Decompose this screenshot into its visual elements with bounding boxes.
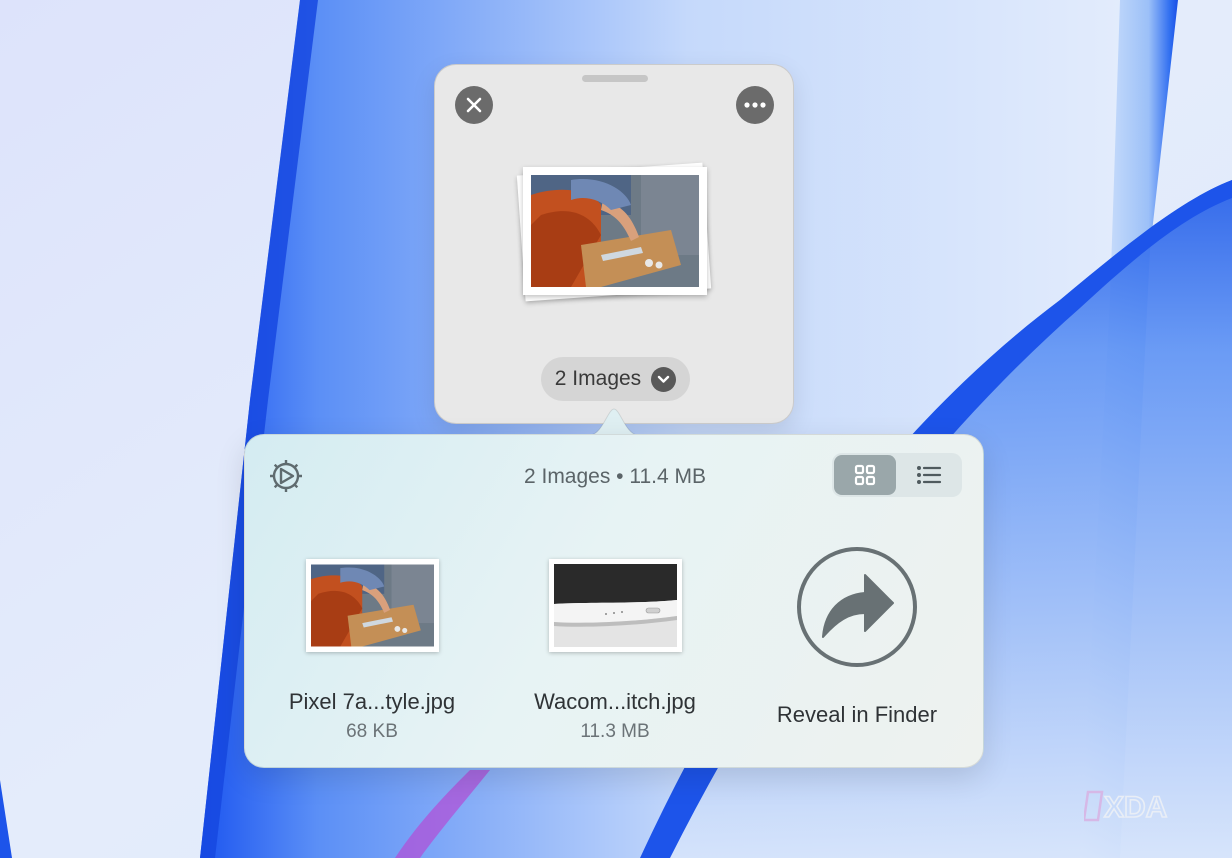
file-size: 11.3 MB — [580, 721, 650, 742]
image-stack[interactable] — [516, 161, 717, 311]
file-name: Wacom...itch.jpg — [534, 689, 696, 714]
file-size: 68 KB — [346, 721, 398, 742]
stacked-image-front — [523, 167, 707, 295]
more-options-button[interactable] — [736, 86, 774, 124]
close-button[interactable] — [455, 86, 493, 124]
drop-shelf-window: 2 Images — [434, 64, 794, 424]
file-name: Pixel 7a...tyle.jpg — [288, 689, 456, 714]
list-view-button[interactable] — [898, 455, 960, 495]
pixel-photo-thumbnail — [310, 564, 434, 647]
reveal-in-finder-button[interactable]: Reveal in Finder — [757, 545, 957, 728]
grid-view-icon — [854, 464, 876, 486]
items-popover: 2 Images • 11.4 MB Pixel 7a...tyle.jpg 6… — [244, 434, 984, 768]
file-thumbnail — [305, 559, 439, 652]
file-thumbnail — [548, 559, 682, 652]
xda-watermark-logo: XDA — [1084, 790, 1168, 825]
xda-watermark-text: XDA — [1104, 791, 1167, 824]
popover-arrow — [590, 408, 638, 437]
file-item-wacom[interactable]: Wacom...itch.jpg 11.3 MB — [505, 559, 725, 743]
share-arrow-icon — [797, 547, 917, 667]
view-mode-toggle — [832, 453, 962, 497]
item-count-dropdown[interactable]: 2 Images — [541, 357, 690, 401]
item-count-label: 2 Images — [554, 367, 642, 390]
window-grabber[interactable] — [582, 75, 648, 82]
list-view-icon — [917, 466, 942, 484]
ellipsis-icon — [744, 102, 766, 108]
grid-view-button[interactable] — [834, 455, 896, 495]
file-item-pixel[interactable]: Pixel 7a...tyle.jpg 68 KB — [262, 559, 482, 743]
reveal-in-finder-label: Reveal in Finder — [776, 702, 938, 727]
chevron-down-icon — [651, 366, 677, 392]
close-icon — [466, 97, 482, 113]
wacom-photo-thumbnail — [553, 564, 677, 647]
pixel-photo-thumbnail — [531, 175, 699, 287]
